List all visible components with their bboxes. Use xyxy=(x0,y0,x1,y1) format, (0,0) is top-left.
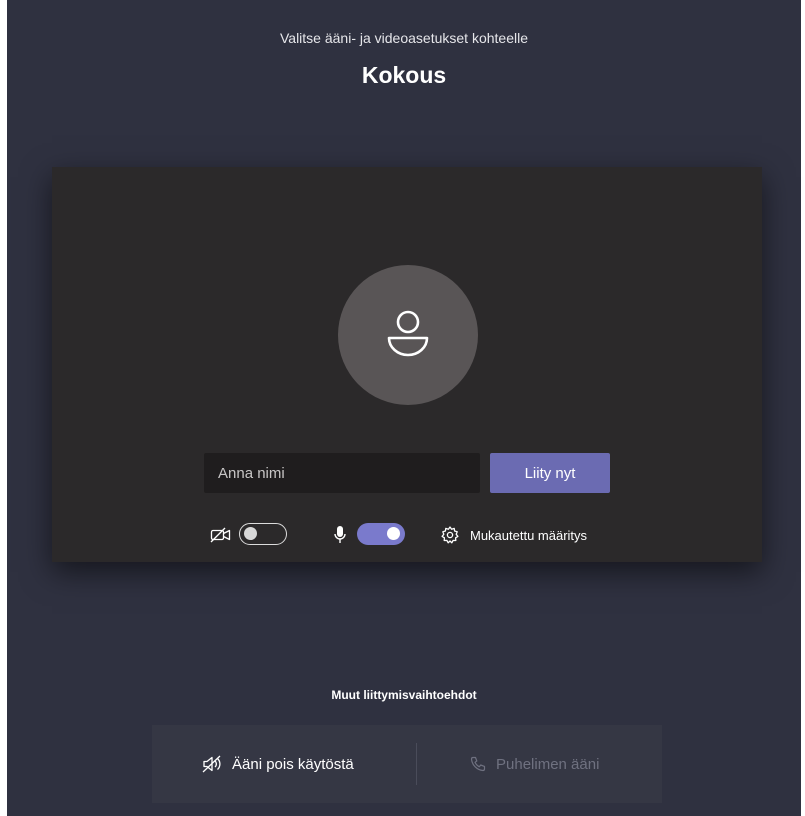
person-icon xyxy=(387,310,429,357)
camera-toggle[interactable] xyxy=(239,523,287,545)
microphone-toggle[interactable] xyxy=(357,523,405,545)
avatar xyxy=(338,265,478,405)
video-preview-panel: Liity nyt xyxy=(52,167,762,562)
meeting-title: Kokous xyxy=(361,62,447,88)
audio-off-option[interactable]: Ääni pois käytöstä xyxy=(202,725,354,803)
gear-icon xyxy=(441,526,459,544)
name-input[interactable] xyxy=(204,453,480,493)
microphone-icon xyxy=(334,526,346,543)
device-controls: Mukautettu määritys xyxy=(52,522,762,552)
camera-off-icon xyxy=(210,527,231,543)
toggle-knob xyxy=(387,527,400,540)
audio-off-label: Ääni pois käytöstä xyxy=(232,755,354,773)
toggle-knob xyxy=(244,527,257,540)
device-settings-button[interactable]: Mukautettu määritys xyxy=(440,522,587,548)
other-join-options: Ääni pois käytöstä Puhelimen ääni xyxy=(152,725,662,803)
divider xyxy=(416,743,417,785)
phone-icon xyxy=(470,756,486,772)
other-join-options-title: Muut liittymisvaihtoehdot xyxy=(331,688,477,702)
prejoin-subtitle: Valitse ääni- ja videoasetukset kohteell… xyxy=(279,30,528,46)
phone-audio-label: Puhelimen ääni xyxy=(496,755,600,773)
join-now-button[interactable]: Liity nyt xyxy=(490,453,610,493)
prejoin-screen: Valitse ääni- ja videoasetukset kohteell… xyxy=(7,0,801,816)
device-settings-label: Mukautettu määritys xyxy=(470,527,588,543)
speaker-off-icon xyxy=(202,755,221,773)
phone-audio-option[interactable]: Puhelimen ääni xyxy=(470,725,599,803)
